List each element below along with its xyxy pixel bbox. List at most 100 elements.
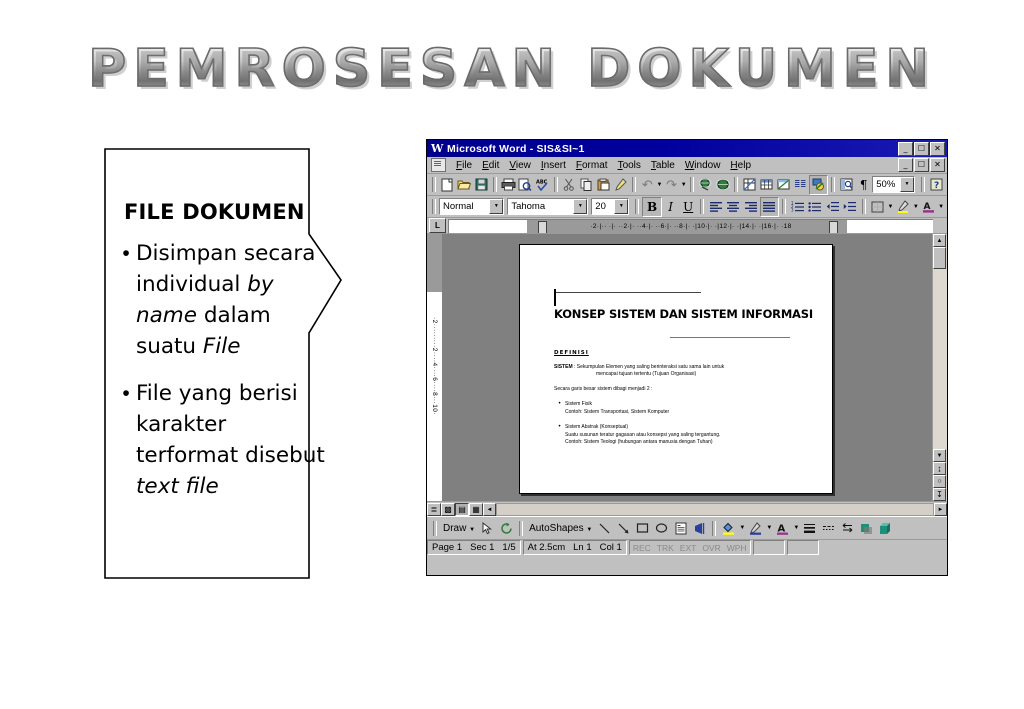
restore-document-button[interactable]: ☐: [914, 158, 929, 172]
highlight-dropdown-icon[interactable]: ▼: [912, 204, 920, 210]
zoom-combo[interactable]: 50% ▼: [872, 176, 915, 193]
vertical-ruler[interactable]: ·2·········2····4····6····8···10·: [427, 234, 443, 501]
menu-item-file[interactable]: File: [451, 160, 477, 171]
bulleted-list-icon[interactable]: [807, 198, 825, 216]
save-icon[interactable]: [473, 176, 490, 194]
menu-item-table[interactable]: Table: [646, 160, 680, 171]
columns-icon[interactable]: [792, 176, 809, 194]
scroll-right-button[interactable]: ►: [934, 502, 947, 516]
arrow-icon[interactable]: [614, 519, 633, 537]
paste-icon[interactable]: [595, 176, 612, 194]
normal-view-button[interactable]: ≣: [427, 502, 441, 516]
align-left-icon[interactable]: [707, 198, 725, 216]
select-objects-icon[interactable]: [478, 519, 497, 537]
outline-view-button[interactable]: ▦: [469, 502, 483, 516]
fill-color-icon[interactable]: [719, 519, 738, 537]
font-color-draw-dropdown-icon[interactable]: ▼: [792, 525, 800, 531]
web-layout-view-button[interactable]: ▩: [441, 502, 455, 516]
underline-button[interactable]: U: [679, 198, 697, 216]
font-combo[interactable]: Tahoma ▼: [507, 198, 589, 215]
status-indicator-ovr[interactable]: OVR: [699, 543, 723, 553]
menu-item-edit[interactable]: Edit: [477, 160, 504, 171]
insert-hyperlink-icon[interactable]: [697, 176, 714, 194]
scroll-left-button[interactable]: ◄: [483, 502, 496, 516]
redo-icon[interactable]: ↷: [663, 176, 680, 194]
redo-dropdown-icon[interactable]: ▼: [680, 182, 687, 188]
autoshapes-menu-button[interactable]: AutoShapes ▼: [526, 523, 595, 534]
horizontal-scroll-track[interactable]: [496, 502, 934, 516]
style-combo[interactable]: Normal ▼: [438, 198, 505, 215]
decrease-indent-icon[interactable]: [824, 198, 842, 216]
line-color-dropdown-icon[interactable]: ▼: [765, 525, 773, 531]
insert-excel-worksheet-icon[interactable]: [775, 176, 792, 194]
increase-indent-icon[interactable]: [842, 198, 860, 216]
web-toolbar-icon[interactable]: [714, 176, 731, 194]
fill-color-dropdown-icon[interactable]: ▼: [738, 525, 746, 531]
numbered-list-icon[interactable]: 123: [789, 198, 807, 216]
minimize-button[interactable]: _: [898, 141, 913, 156]
right-indent-marker[interactable]: [829, 220, 838, 233]
font-color-icon[interactable]: A: [920, 198, 938, 216]
print-icon[interactable]: [500, 176, 517, 194]
menu-item-format[interactable]: Format: [571, 160, 613, 171]
document-icon[interactable]: [431, 158, 446, 172]
scroll-down-button[interactable]: ▼: [933, 449, 946, 462]
menu-item-insert[interactable]: Insert: [536, 160, 571, 171]
select-browse-object-button[interactable]: ○: [933, 475, 946, 488]
line-color-icon[interactable]: [746, 519, 765, 537]
open-icon[interactable]: [456, 176, 473, 194]
help-icon[interactable]: ?: [928, 176, 945, 194]
status-indicator-wph[interactable]: WPH: [724, 543, 750, 553]
status-indicator-rec[interactable]: REC: [630, 543, 654, 553]
undo-dropdown-icon[interactable]: ▼: [656, 182, 663, 188]
print-preview-icon[interactable]: [517, 176, 534, 194]
borders-dropdown-icon[interactable]: ▼: [887, 204, 895, 210]
font-size-combo[interactable]: 20 ▼: [591, 198, 630, 215]
menu-item-view[interactable]: View: [504, 160, 536, 171]
vertical-scrollbar[interactable]: ▲ ▼ ↨ ○ ↧: [932, 234, 947, 501]
align-center-icon[interactable]: [724, 198, 742, 216]
document-map-icon[interactable]: [838, 176, 855, 194]
status-indicator-ext[interactable]: EXT: [677, 543, 700, 553]
tab-selector-button[interactable]: L: [429, 218, 446, 233]
italic-button[interactable]: I: [662, 198, 680, 216]
menu-item-tools[interactable]: Tools: [613, 160, 646, 171]
undo-icon[interactable]: ↶: [639, 176, 656, 194]
next-page-button[interactable]: ↧: [933, 488, 946, 501]
align-justify-icon[interactable]: [759, 196, 780, 217]
status-indicator-trk[interactable]: TRK: [654, 543, 677, 553]
free-rotate-icon[interactable]: [497, 519, 516, 537]
previous-page-button[interactable]: ↨: [933, 462, 946, 475]
font-dropdown-icon[interactable]: ▼: [573, 199, 588, 214]
rectangle-icon[interactable]: [633, 519, 652, 537]
vertical-scroll-thumb[interactable]: [933, 247, 946, 269]
line-icon[interactable]: [595, 519, 614, 537]
menu-item-help[interactable]: Help: [725, 160, 756, 171]
highlight-icon[interactable]: [894, 198, 912, 216]
insert-table-icon[interactable]: [758, 176, 775, 194]
zoom-dropdown-icon[interactable]: ▼: [900, 177, 914, 192]
close-button[interactable]: ✕: [930, 141, 945, 156]
document-canvas[interactable]: KONSEP SISTEM DAN SISTEM INFORMASI DEFIN…: [443, 234, 932, 501]
insert-wordart-icon[interactable]: [690, 519, 709, 537]
line-style-icon[interactable]: [800, 519, 819, 537]
shadow-icon[interactable]: [857, 519, 876, 537]
tables-and-borders-icon[interactable]: [741, 176, 758, 194]
arrow-style-icon[interactable]: [838, 519, 857, 537]
close-document-button[interactable]: ✕: [930, 158, 945, 172]
align-right-icon[interactable]: [742, 198, 760, 216]
show-hide-paragraph-icon[interactable]: ¶: [855, 176, 872, 194]
print-layout-view-button[interactable]: ▤: [455, 502, 469, 516]
font-size-dropdown-icon[interactable]: ▼: [614, 199, 629, 214]
dash-style-icon[interactable]: [819, 519, 838, 537]
minimize-document-button[interactable]: _: [898, 158, 913, 172]
style-dropdown-icon[interactable]: ▼: [489, 199, 504, 214]
oval-icon[interactable]: [652, 519, 671, 537]
drawing-icon[interactable]: [809, 174, 829, 195]
format-painter-icon[interactable]: [612, 176, 629, 194]
horizontal-ruler[interactable]: ·2·|·· ·|· ··2·|· ··4·|· ··6·|· ··8·|· ·…: [448, 218, 933, 233]
menu-item-window[interactable]: Window: [680, 160, 726, 171]
new-icon[interactable]: [439, 176, 456, 194]
vertical-scroll-track[interactable]: [933, 269, 947, 449]
spelling-icon[interactable]: ABC: [534, 176, 551, 194]
